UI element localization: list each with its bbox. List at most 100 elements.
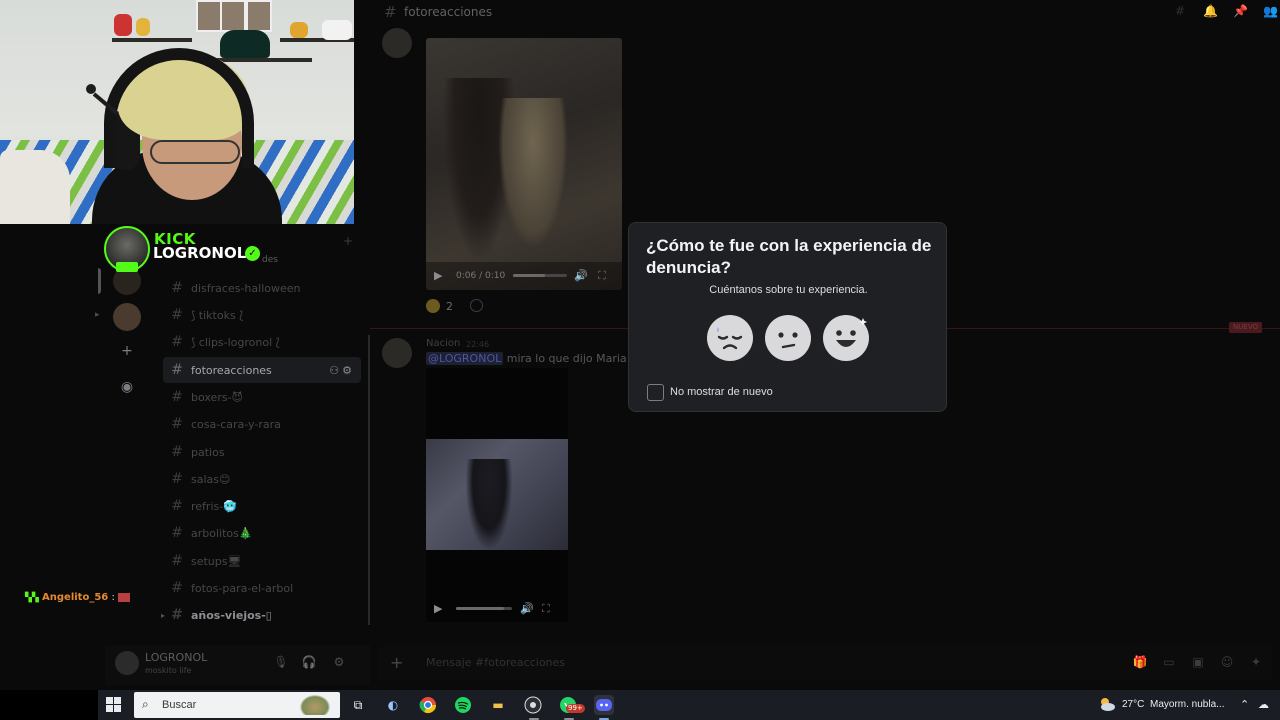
video-player[interactable]: ▶ 0:06 / 0:10 🔊 ⛶ [426, 38, 622, 290]
message-composer[interactable]: + Mensaje #fotoreacciones 🎁 ▭ ▣ ☺ ✦ [378, 645, 1272, 681]
channel-item[interactable]: # patios [163, 439, 361, 465]
apps-icon[interactable]: ✦ [1248, 655, 1264, 671]
file-explorer-icon[interactable]: ▬ [488, 695, 508, 715]
bell-icon[interactable]: 🔔 [1203, 4, 1218, 18]
avatar[interactable] [382, 338, 412, 368]
notification-badge: 99+ [566, 704, 585, 713]
stream-chat-message: ▚▚ Angelito_56 : [25, 592, 131, 603]
hash-icon: # [171, 498, 183, 514]
new-badge: NUEVO [1229, 322, 1262, 333]
modal-title: ¿Cómo te fue con la experiencia de denun… [646, 236, 932, 277]
obs-icon[interactable] [523, 695, 543, 715]
dont-show-again-checkbox[interactable] [647, 384, 664, 401]
play-icon[interactable]: ▶ [434, 602, 442, 615]
message-input[interactable]: Mensaje #fotoreacciones [426, 656, 565, 669]
add-reaction-icon[interactable] [470, 299, 483, 312]
steam-icon[interactable]: ◐ [383, 695, 403, 715]
task-view-icon[interactable]: ⧉ [348, 695, 368, 715]
server-icon[interactable] [113, 303, 141, 331]
hash-icon: # [171, 362, 183, 378]
channel-item[interactable]: # arbolitos🎄 [163, 520, 361, 546]
video-progress[interactable] [513, 274, 567, 277]
sad-face-button[interactable] [707, 315, 753, 361]
happy-face-button[interactable] [823, 315, 869, 361]
play-icon[interactable]: ▶ [434, 269, 442, 282]
add-server-icon[interactable]: + [117, 341, 137, 361]
video-player[interactable]: ▶ 🔊 ⛶ [426, 368, 568, 622]
channel-item[interactable]: # salas😊 [163, 466, 361, 492]
create-channel-icon[interactable]: + [343, 234, 353, 248]
glasses [150, 140, 240, 164]
volume-icon[interactable]: 🔊 [574, 269, 588, 282]
helmet [220, 30, 270, 58]
video-progress[interactable] [456, 607, 512, 610]
channel-item[interactable]: # disfraces-halloween [163, 275, 361, 301]
channel-item[interactable]: # ⟆ clips-logronol ⟅ [163, 329, 361, 355]
chevron-right-icon: ▸ [95, 310, 100, 320]
message-text: @LOGRONOL mira lo que dijo Maria desp [426, 352, 657, 365]
channel-item[interactable]: # setups🖥 [163, 548, 361, 574]
headphones-icon[interactable]: 🎧 [301, 655, 317, 671]
gear-icon[interactable]: ⚙ [331, 655, 347, 671]
reaction-count: 2 [446, 299, 453, 313]
channel-category[interactable]: ▸ # años-viejos-▯ [161, 602, 361, 628]
chevron-up-icon[interactable]: ⌃ [1240, 698, 1249, 711]
chrome-icon[interactable] [418, 695, 438, 715]
webcam-feed [0, 0, 354, 224]
neutral-face-button[interactable] [765, 315, 811, 361]
fullscreen-icon[interactable]: ⛶ [542, 602, 550, 616]
gif-icon[interactable]: ▭ [1161, 655, 1177, 671]
windows-start-icon[interactable] [106, 697, 122, 713]
reaction-chip[interactable]: 2 [426, 296, 453, 316]
channel-label: años-viejos-▯ [191, 608, 272, 622]
message-timestamp: 22:46 [466, 340, 490, 349]
gift-icon[interactable]: 🎁 [1132, 655, 1148, 671]
user-mention[interactable]: @LOGRONOL [426, 352, 504, 365]
discord-icon[interactable] [594, 695, 614, 715]
pin-icon[interactable]: 📌 [1233, 4, 1248, 18]
channel-item[interactable]: # refris-🥶 [163, 493, 361, 519]
video-frame [498, 98, 568, 248]
hash-icon: # [171, 334, 183, 350]
weather-temperature[interactable]: 27°C [1122, 699, 1144, 710]
sad-face-icon [717, 327, 743, 350]
channel-label: cosa-cara-y-rara [191, 417, 281, 431]
video-time: 0:06 / 0:10 [456, 271, 506, 281]
hash-icon: # [171, 553, 183, 569]
message-author[interactable]: Nacion [426, 338, 460, 349]
hash-icon: # [171, 580, 183, 596]
attach-plus-icon[interactable]: + [390, 653, 403, 672]
fullscreen-icon[interactable]: ⛶ [598, 269, 606, 283]
taskbar-search[interactable]: ⌕ Buscar [134, 692, 340, 718]
microphone-icon[interactable]: 🎙 [273, 655, 289, 671]
channel-label: ⟆ tiktoks ⟅ [191, 308, 244, 322]
volume-icon[interactable]: 🔊 [520, 602, 534, 615]
server-rail: + ◉ [100, 225, 155, 645]
video-progress-fill [456, 607, 504, 610]
avatar[interactable] [382, 28, 412, 58]
weather-description[interactable]: Mayorm. nubla... [1150, 699, 1224, 710]
cloud-sync-icon[interactable]: ☁ [1258, 698, 1269, 711]
video-controls: ▶ 0:06 / 0:10 🔊 ⛶ [426, 262, 622, 290]
channel-item[interactable]: # boxers-😈 [163, 384, 361, 410]
shelf [112, 38, 192, 42]
channel-label: ⟆ clips-logronol ⟅ [191, 335, 280, 349]
chat-username: Angelito_56 [42, 592, 109, 603]
channel-item[interactable]: # cosa-cara-y-rara [163, 411, 361, 437]
sticker-icon[interactable]: ▣ [1190, 655, 1206, 671]
hash-icon: # [171, 389, 183, 405]
channel-item-active[interactable]: # fotoreacciones ⚇⚙ [163, 357, 361, 383]
channel-settings-icon[interactable]: ⚇⚙ [329, 364, 355, 377]
members-icon[interactable]: 👥 [1263, 4, 1278, 18]
verified-check-icon: ✓ [245, 246, 260, 261]
spotify-icon[interactable] [453, 695, 473, 715]
microphone [86, 84, 96, 94]
threads-icon[interactable]: # [1173, 4, 1187, 18]
channel-label: fotoreacciones [191, 363, 272, 377]
checkbox-label[interactable]: No mostrar de nuevo [670, 386, 773, 398]
emoji-icon[interactable]: ☺ [1219, 655, 1235, 671]
channel-item[interactable]: # ⟆ tiktoks ⟅ [163, 302, 361, 328]
avatar[interactable] [115, 651, 139, 675]
explore-servers-icon[interactable]: ◉ [117, 377, 137, 397]
channel-item[interactable]: # fotos-para-el-arbol [163, 575, 361, 601]
